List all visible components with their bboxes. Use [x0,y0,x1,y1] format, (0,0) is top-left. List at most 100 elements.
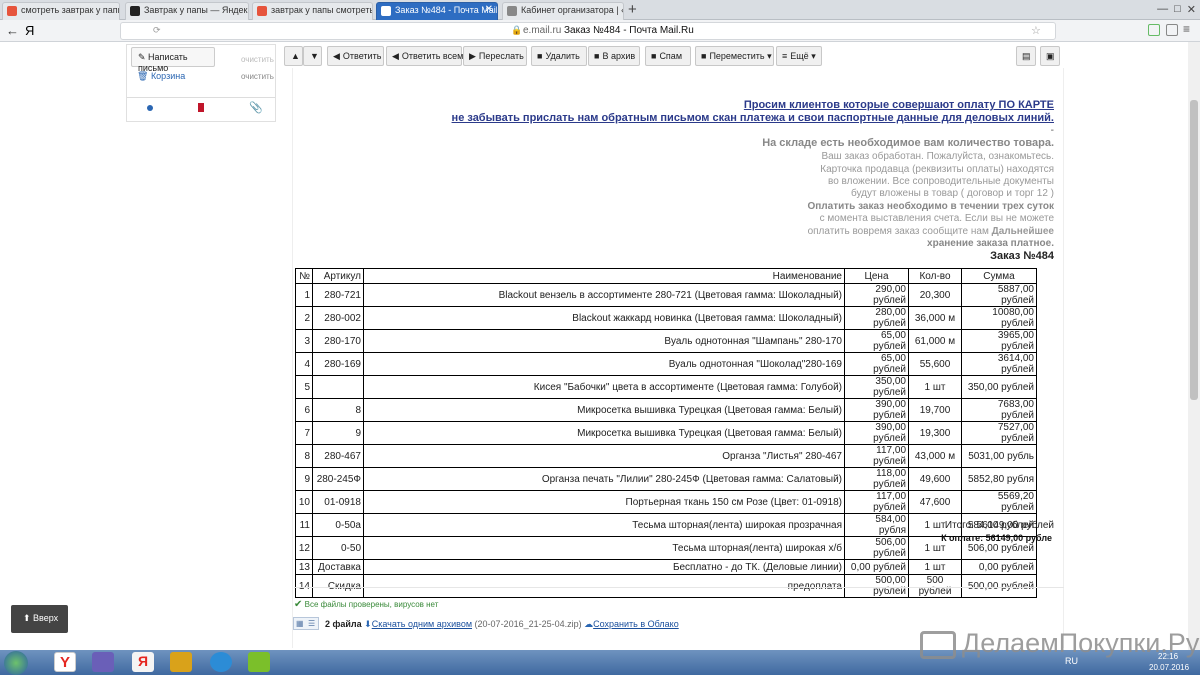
print-button[interactable]: ▤ [1016,46,1036,66]
cell-number: 12 [295,536,313,560]
grid-view-icon[interactable]: ▦ [296,619,304,628]
next-message-button[interactable]: ▼ [303,46,322,66]
virus-check-status: ✔ Все файлы проверены, вирусов нет [294,599,439,610]
cell-number: 7 [295,421,313,445]
cell-sum: 10080,00 рублей [961,306,1037,330]
cell-qty: 61,000 м [908,329,962,353]
expand-button[interactable]: ▣ [1040,46,1060,66]
table-row: 1 280-721 Blackout вензель в ассортименте … [295,283,1037,307]
info-line-6: с момента выставления счета. Если вы не … [819,213,1054,224]
start-button[interactable] [4,651,28,675]
restore-button[interactable]: □ [1174,3,1181,16]
new-tab-button[interactable]: + [628,1,637,18]
order-title: Заказ №484 [990,250,1054,262]
yandex-logo[interactable]: Я [25,23,34,38]
chrome-icon[interactable] [210,652,232,672]
cell-article [312,375,364,399]
scroll-up-button[interactable]: ⬆ Вверх [11,605,68,633]
tab-3[interactable]: завтрак у папы смотреть о [252,2,373,20]
folder-panel: ✎ Написать письмо очистить 🗑 Корзина очи… [126,44,276,122]
table-row: 4 280-169 Вуаль однотонная "Шоколад"280-16… [295,352,1037,376]
cell-number: 13 [295,559,313,575]
list-view-icon[interactable]: ☰ [308,619,315,628]
delete-button[interactable]: ■ Удалить [531,46,587,66]
bookmark-star-icon[interactable]: ☆ [1031,24,1041,37]
close-window-button[interactable]: ✕ [1187,3,1196,16]
cell-article: 280-245Ф [312,467,364,491]
col-article: Артикул [312,268,364,284]
save-to-cloud-link[interactable]: Сохранить в Облако [593,619,679,629]
attachment-filter-icon[interactable]: 📎 [249,101,263,114]
info-line-2: Карточка продавца (реквизиты оплаты) нах… [820,164,1054,175]
scrollbar-thumb[interactable] [1190,100,1198,400]
flag-filter-icon[interactable] [198,103,204,112]
window-controls: — □ ✕ [1157,3,1196,16]
cell-sum: 5887,00 рублей [961,283,1037,307]
yandex-browser-icon[interactable]: Y [54,652,76,672]
view-toggle[interactable]: ▦ ☰ [293,617,319,630]
cell-qty: 19,700 [908,398,962,422]
move-button[interactable]: ■ Переместить ▾ [695,46,774,66]
table-row: 2 280-002 Blackout жаккард новинка (Цветов… [295,306,1037,330]
forward-button[interactable]: ▶ Переслать [463,46,527,66]
extension-icon[interactable] [1166,24,1178,36]
cell-price: 65,00 рублей [844,352,909,376]
cell-sum: 500,00 рублей [961,574,1037,598]
sidebar-item-trash[interactable]: 🗑 Корзина [137,71,185,82]
tab-4-active[interactable]: Заказ №484 - Почта Mail ✕ [376,2,498,20]
tab-close-icon[interactable]: ✕ [485,4,493,15]
cell-number: 6 [295,398,313,422]
extension-icon[interactable] [1148,24,1160,36]
tab-5[interactable]: Кабинет организатора | «Д [502,2,624,20]
cell-number: 1 [295,283,313,307]
cell-price: 390,00 рублей [844,421,909,445]
more-button[interactable]: ≡ Ещё ▾ [776,46,822,66]
minimize-button[interactable]: — [1157,3,1168,16]
clear-trash-link[interactable]: очистить [241,72,274,81]
cell-qty: 55,600 [908,352,962,376]
cell-name: Микросетка вышивка Турецкая (Цветовая га… [363,421,845,445]
spam-button[interactable]: ■ Спам [645,46,691,66]
cell-article: 0-50а [312,513,364,537]
spam-icon: ■ [651,51,657,61]
prev-message-button[interactable]: ▲ [284,46,303,66]
cell-qty: 36,000 м [908,306,962,330]
game-app-icon[interactable] [170,652,192,672]
menu-icon[interactable]: ≡ [1183,22,1190,36]
download-archive-link[interactable]: Скачать одним архивом [372,619,472,629]
table-row: 11 0-50а Тесьма шторная(лента) широкая про… [295,513,1037,537]
info-line-8: хранение заказа платное. [927,238,1054,249]
favicon-icon [257,6,267,16]
unread-filter-icon[interactable] [147,105,153,111]
reply-button[interactable]: ◀ Ответить [327,46,384,66]
archive-button[interactable]: ■ В архив [588,46,640,66]
col-number: № [295,268,313,284]
cell-article: 01-0918 [312,490,364,514]
tray-date: 20.07.2016 [1149,663,1190,672]
reply-all-button[interactable]: ◀ Ответить всем [386,46,463,66]
cell-sum: 0,00 рублей [961,559,1037,575]
checkmark-icon: ✔ [294,599,303,610]
music-app-icon[interactable] [248,652,270,672]
cell-name: Вуаль однотонная "Шампань" 280-170 [363,329,845,353]
divider [127,97,275,98]
lock-icon: 🔒 [511,25,523,35]
cell-qty: 20,300 [908,283,962,307]
tab-2[interactable]: Завтрак у папы — Яндекс.В [125,2,249,20]
cell-price: 500,00 рублей [844,574,909,598]
reload-icon[interactable]: ⟳ [153,25,161,36]
compose-button[interactable]: ✎ Написать письмо [131,47,215,73]
info-line-5: Оплатить заказ необходимо в течении трех… [807,201,1054,212]
back-button[interactable]: ← [6,23,19,38]
cell-sum: 7527,00 рублей [961,421,1037,445]
clear-link-top[interactable]: очистить [241,55,274,64]
cell-price: 290,00 рублей [844,283,909,307]
media-app-icon[interactable] [92,652,114,672]
cell-qty: 500 рублей [908,574,962,598]
url-field[interactable]: ⟳ 🔒 e.mail.ru Заказ №484 - Почта Mail.Ru… [120,22,1056,40]
yandex-icon[interactable]: Я [132,652,154,672]
passport-notice: не забывать прислать нам обратным письмо… [451,112,1054,124]
cell-name: Бесплатно - до ТК. (Деловые линии) [363,559,845,575]
cell-article: Доставка [312,559,364,575]
tab-1[interactable]: смотреть завтрак у папы н [2,2,120,20]
